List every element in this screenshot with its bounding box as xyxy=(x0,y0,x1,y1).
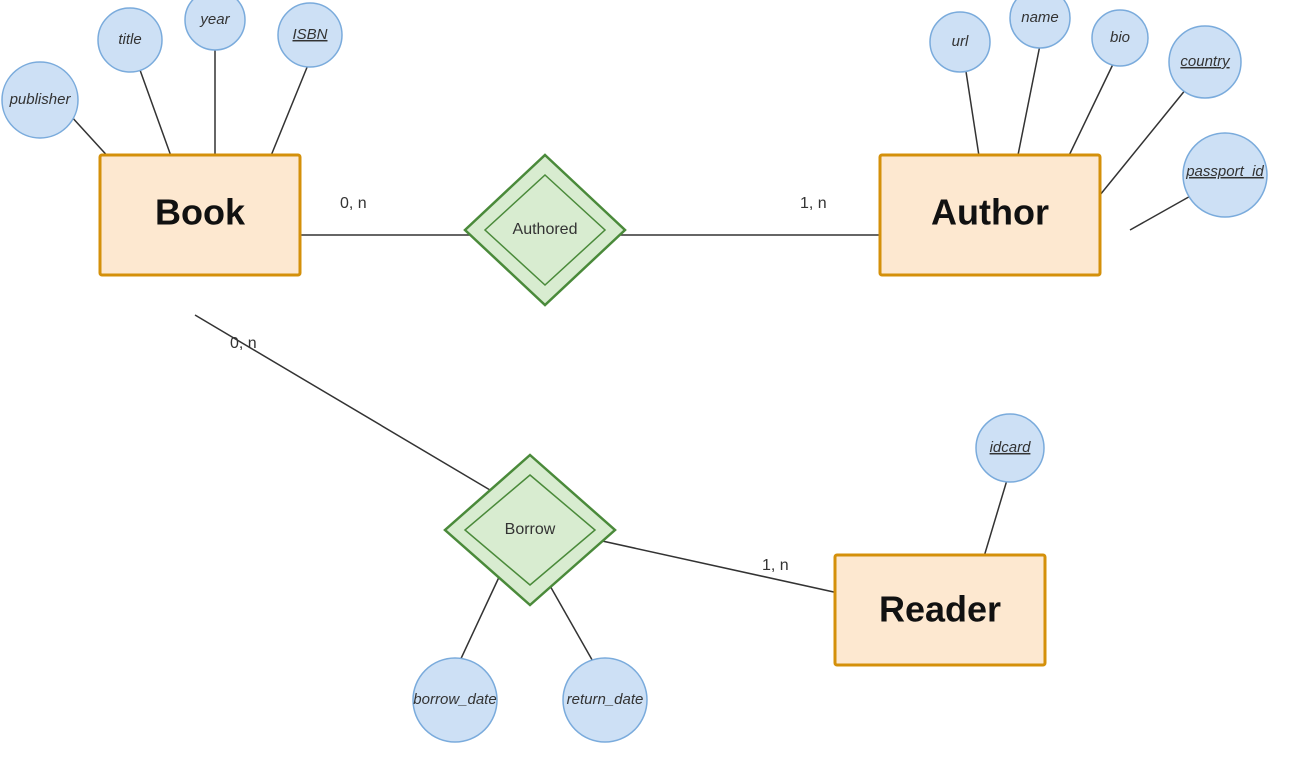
authored-label: Authored xyxy=(513,221,578,238)
attr-title-label: title xyxy=(118,31,141,48)
attr-country-label: country xyxy=(1180,53,1231,70)
attr-isbn-label: ISBN xyxy=(292,26,327,43)
book-label: Book xyxy=(155,192,246,233)
cardinality-author-authored: 1, n xyxy=(800,195,827,212)
attr-year-label: year xyxy=(199,11,230,28)
attr-url-label: url xyxy=(952,33,969,50)
cardinality-book-borrow: 0, n xyxy=(230,335,257,352)
cardinality-book-authored: 0, n xyxy=(340,195,367,212)
cardinality-reader-borrow: 1, n xyxy=(762,557,789,574)
attr-name-label: name xyxy=(1021,9,1059,26)
attr-borrow-date-label: borrow_date xyxy=(413,691,496,708)
attr-bio-label: bio xyxy=(1110,29,1130,46)
attr-return-date-label: return_date xyxy=(567,691,644,708)
attr-idcard-label: idcard xyxy=(990,439,1032,456)
reader-label: Reader xyxy=(879,589,1001,630)
er-diagram: Book Author Reader Authored Borrow publi… xyxy=(0,0,1310,772)
author-label: Author xyxy=(931,192,1049,233)
attr-passport-id-label: passport_id xyxy=(1185,163,1264,180)
attr-publisher-label: publisher xyxy=(9,91,72,108)
borrow-label: Borrow xyxy=(505,521,556,538)
